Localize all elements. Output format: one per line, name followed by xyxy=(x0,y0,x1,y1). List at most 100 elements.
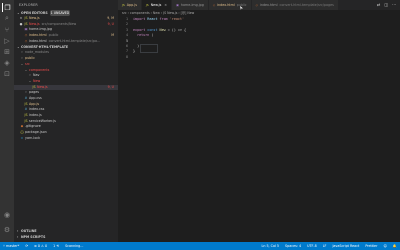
files-icon[interactable]: ❐ xyxy=(2,3,12,12)
file-name: components xyxy=(29,67,50,72)
code-editor[interactable]: 1 import React from 'react' 2 3 export const… xyxy=(118,17,400,60)
close-icon[interactable]: × xyxy=(164,3,167,7)
line-number: 8 xyxy=(125,54,128,59)
remote-icon[interactable]: ⊡ xyxy=(2,69,12,78)
tab-list: JS App.js JS New.js × ▣ home-img.jpg ◇ index.htm… xyxy=(118,0,339,10)
file-name: yarn.lock xyxy=(25,135,41,140)
status-item[interactable]: UTF-8 xyxy=(307,244,317,248)
status-bar: ⑂ master* ⟳ ⊗ 0 ⚠ 0 1 ⟲ Scanning... Ln 5, Co… xyxy=(0,242,400,250)
code-token: React xyxy=(145,17,160,21)
gear-icon[interactable]: ⚙ xyxy=(2,225,12,234)
file-name: index.css xyxy=(29,107,45,112)
code-token: from xyxy=(159,17,168,21)
selection-highlight xyxy=(140,44,158,53)
file-name: src xyxy=(25,61,30,66)
file-name: serviceWorker.js xyxy=(29,118,56,123)
tab-app-js[interactable]: JS App.js xyxy=(118,0,142,10)
status-item[interactable]: Prettier xyxy=(365,244,377,248)
file-name: index.html xyxy=(29,33,47,38)
status-item[interactable]: JavaScript React xyxy=(332,244,359,248)
open-editors-list: × JS New.js 9, M ● JS New.js src/components/New… xyxy=(14,16,118,44)
editor-actions: ⇄ ◫ ··· xyxy=(373,0,396,10)
tab-label: App.js xyxy=(126,3,137,7)
file-name: public xyxy=(25,56,35,61)
code-token: } xyxy=(133,49,136,54)
file-name: Nav xyxy=(33,73,40,78)
code-token: return xyxy=(133,33,150,38)
breadcrumb-item[interactable]: New xyxy=(153,11,160,15)
file-name: .gitignore xyxy=(25,124,41,129)
file-name: package.json xyxy=(25,130,47,135)
npm-scripts-header[interactable]: › NPM SCRIPTS xyxy=(14,234,118,240)
tree-item[interactable]: ⊙ yarn.lock xyxy=(14,136,118,142)
docker-icon[interactable]: ◈ xyxy=(2,58,12,67)
file-name: New.js xyxy=(29,21,40,26)
code-token: import xyxy=(133,17,146,21)
tab-description: public xyxy=(236,3,247,7)
status-item[interactable]: 🔔 xyxy=(393,244,397,248)
breadcrumb-item[interactable]: src xyxy=(122,11,127,15)
file-type-icon: ▣ xyxy=(176,3,179,7)
chevron-right-icon: › xyxy=(160,11,163,15)
more-actions-icon[interactable]: ··· xyxy=(392,2,396,7)
breadcrumb-item[interactable]: components xyxy=(130,11,150,15)
source-control-icon[interactable]: ⑂ xyxy=(2,25,12,34)
file-name: index.js xyxy=(29,113,42,117)
chevron-right-icon: › xyxy=(150,11,152,15)
code-line[interactable]: 8 xyxy=(118,55,400,60)
tab-index-html[interactable]: ◇ index.html public xyxy=(208,0,252,10)
status-item[interactable]: ⊗ 0 ⚠ 0 xyxy=(34,244,47,248)
status-left: ⑂ master* ⟳ ⊗ 0 ⚠ 0 1 ⟲ Scanning... xyxy=(3,242,89,250)
run-debug-icon[interactable]: ▷ xyxy=(2,36,12,45)
editor-area: JS App.js JS New.js × ▣ home-img.jpg ◇ index.htm… xyxy=(118,0,400,242)
tab-bar: JS App.js JS New.js × ▣ home-img.jpg ◇ index.htm… xyxy=(118,0,400,10)
file-name: New.js xyxy=(29,16,40,20)
file-path: public xyxy=(48,33,59,38)
open-editors-label: OPEN EDITORS xyxy=(21,11,48,15)
outline-label: OUTLINE xyxy=(21,229,37,233)
status-item[interactable]: ⑂ master* xyxy=(3,244,19,248)
file-path: convert-html-template/src/pa... xyxy=(48,38,101,43)
code-token: = () => { xyxy=(165,27,187,32)
npm-scripts-label: NPM SCRIPTS xyxy=(21,235,46,239)
open-editor-item[interactable]: ◇ index.html convert-html-template/src/pa.… xyxy=(14,39,118,45)
tab-label: index.html xyxy=(259,3,278,7)
compare-icon[interactable]: ⇄ xyxy=(377,2,380,7)
chevron-right-icon: › xyxy=(178,11,180,15)
file-name: New xyxy=(33,78,41,83)
tab-label: New.js xyxy=(150,3,162,7)
status-item[interactable]: LF xyxy=(323,244,327,248)
file-name: node_modules xyxy=(25,50,49,55)
chevron-right-icon: › xyxy=(127,11,129,15)
tab-index-html[interactable]: ◇ index.html convert-html-template/src/pag… xyxy=(251,0,339,10)
code-token: ( xyxy=(149,33,154,38)
search-icon[interactable]: ⌕ xyxy=(2,14,12,23)
tab-new-js[interactable]: JS New.js × xyxy=(141,0,173,10)
explorer-sidebar: EXPLORER ⌄OPEN EDITORS 1 UNSAVED × JS New.j… xyxy=(14,0,118,242)
status-item[interactable]: Spaces: 4 xyxy=(285,244,301,248)
tab-description: convert-html-template/src/pages xyxy=(279,3,334,7)
tab-home-img-jpg[interactable]: ▣ home-img.jpg xyxy=(172,0,209,10)
file-name: App.js xyxy=(29,101,40,106)
file-type-icon: ◇ xyxy=(255,3,258,7)
status-item[interactable]: Scanning... xyxy=(65,244,83,248)
extensions-icon[interactable]: ⊞ xyxy=(2,47,12,56)
file-name: App.css xyxy=(29,95,42,100)
breadcrumb-item[interactable]: JS New.js xyxy=(163,11,177,15)
status-item[interactable]: 1 ⟲ xyxy=(53,244,59,248)
file-path: src/components/New xyxy=(41,21,77,26)
file-type-icon: ◇ xyxy=(24,38,28,43)
breadcrumb-item[interactable]: [@] New xyxy=(181,11,195,15)
split-editor-icon[interactable]: ◫ xyxy=(384,2,388,7)
status-item[interactable]: ☺ xyxy=(383,244,386,248)
status-item[interactable]: ⟳ xyxy=(25,244,28,248)
tab-label: index.html xyxy=(217,3,235,7)
file-name: home-img.jpg xyxy=(29,27,52,32)
file-type-icon: JS xyxy=(145,3,149,7)
accounts-icon[interactable]: ◉ xyxy=(2,210,12,219)
activity-bar: ❐ ⌕ ⑂ ▷ ⊞ ◈ ⊡ ◉ ⚙ xyxy=(0,0,14,242)
code-token: export xyxy=(133,27,146,32)
status-item[interactable]: Ln 5, Col 5 xyxy=(261,244,279,248)
code-token: ) xyxy=(133,43,140,48)
file-name: index.html xyxy=(29,38,47,43)
